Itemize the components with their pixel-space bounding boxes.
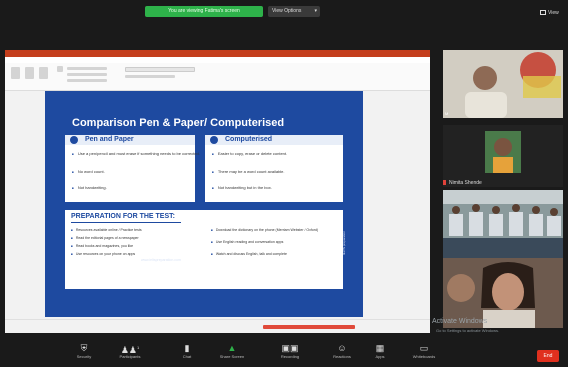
video-tile-student[interactable] — [443, 125, 563, 187]
apps-button[interactable]: ▦ Apps — [358, 342, 402, 360]
mic-muted-icon — [443, 180, 446, 185]
powerpoint-status-bar — [5, 319, 430, 333]
view-options-label: View Options — [272, 8, 302, 14]
list-item: Easier to copy, erase or delete content. — [212, 151, 287, 156]
list-item: There may be a word count available. — [212, 169, 285, 174]
pen-paper-box: Pen and Paper Use a pen/pencil and must … — [65, 135, 200, 202]
participants-label: Participants — [119, 354, 141, 359]
new-slide-icon — [25, 67, 34, 79]
paste-icon — [11, 67, 20, 79]
classroom-video — [443, 190, 563, 258]
computer-icon — [210, 136, 218, 144]
slide-canvas: Comparison Pen & Paper/ Computerised Pen… — [5, 91, 430, 319]
participant-name: Nimita Shende — [449, 180, 482, 186]
list-item: No word count. — [72, 169, 105, 174]
record-icon: ▣▣ — [281, 343, 299, 353]
apps-label: Apps — [375, 354, 385, 359]
video-tile-classroom[interactable] — [443, 190, 563, 258]
chat-label: Chat — [182, 354, 192, 359]
preparation-title: PREPARATION FOR THE TEST: — [71, 213, 175, 220]
gallery-view-label: View — [548, 10, 559, 16]
whiteboards-button[interactable]: ▭ Whiteboards — [402, 342, 446, 360]
grid-icon — [540, 10, 546, 15]
computerised-box: Computerised Easier to copy, erase or de… — [205, 135, 343, 202]
slide-title: Comparison Pen & Paper/ Computerised — [72, 117, 285, 129]
presenter-video — [443, 50, 563, 118]
layout-icon — [39, 67, 48, 79]
list-item: Not handwriting. — [72, 185, 107, 190]
slide-side-text: IELTS preparation — [342, 231, 346, 256]
slide-url: www.ieltspreparation.com — [141, 258, 181, 262]
divider — [71, 222, 181, 223]
ribbon-option — [125, 75, 175, 78]
pen-paper-header: Pen and Paper — [65, 135, 195, 145]
list-item: Use English reading and conversation app… — [211, 240, 284, 244]
shared-screen: Comparison Pen & Paper/ Computerised Pen… — [5, 50, 430, 333]
whiteboards-label: Whiteboards — [412, 354, 436, 359]
participant-name-tag: Nimita Shende — [443, 180, 482, 186]
student-avatar — [443, 125, 563, 175]
list-item: Watch and discuss English, talk and comp… — [211, 252, 287, 256]
whiteboard-icon: ▭ — [419, 343, 429, 353]
end-meeting-button[interactable]: End — [537, 350, 559, 362]
computerised-title: Computerised — [225, 136, 273, 143]
record-button[interactable]: ▣▣ Recording — [268, 342, 312, 360]
meeting-toolbar: ⛨ Security ♟♟1 Participants ▮ Chat ▲ Sha… — [0, 340, 568, 367]
chevron-down-icon: ▾ — [314, 8, 317, 14]
video-tile-presenter[interactable]: M — [443, 50, 563, 118]
ribbon-option — [67, 67, 107, 70]
record-label: Recording — [280, 354, 300, 359]
share-screen-label: Share Screen — [219, 354, 245, 359]
powerpoint-title-bar — [5, 50, 430, 57]
list-item: Read books and magazines, you like — [71, 244, 133, 248]
preparation-box: PREPARATION FOR THE TEST: Resources avai… — [65, 210, 343, 289]
ribbon-toolbar — [5, 63, 430, 91]
share-screen-button[interactable]: ▲ Share Screen — [210, 342, 254, 360]
list-item: Use resources on your phone on apps — [71, 252, 135, 256]
screen-share-status[interactable]: You are viewing Fatima's screen — [145, 6, 263, 17]
participant-name: M — [445, 111, 449, 116]
list-item: Download the dictionary on the phone (Me… — [211, 228, 318, 232]
list-item: Use a pen/pencil and must erase if somet… — [72, 151, 200, 156]
list-item: Not handwriting but in the box. — [212, 185, 272, 190]
activate-windows-watermark: Activate Windows — [432, 318, 488, 325]
ribbon-option — [67, 79, 107, 82]
gallery-view-button[interactable]: View — [540, 10, 559, 16]
chat-icon: ▮ — [184, 343, 190, 353]
pen-paper-title: Pen and Paper — [85, 136, 134, 143]
share-screen-icon: ▲ — [227, 343, 237, 353]
shield-icon: ⛨ — [80, 343, 88, 353]
participants-icon: ♟♟1 — [120, 345, 140, 355]
list-item: Resources available online / Practice te… — [71, 228, 142, 232]
chat-button[interactable]: ▮ Chat — [165, 342, 209, 360]
security-label: Security — [76, 354, 92, 359]
font-box — [125, 67, 195, 72]
computerised-header: Computerised — [205, 135, 343, 145]
ribbon-option — [67, 73, 107, 76]
pen-icon — [70, 136, 78, 144]
list-item: Read the editorial pages of a newspaper — [71, 236, 139, 240]
security-button[interactable]: ⛨ Security — [62, 342, 106, 360]
participants-button[interactable]: ♟♟1 Participants — [108, 342, 152, 360]
participants-count: 1 — [136, 345, 140, 350]
apps-icon: ▦ — [375, 343, 385, 353]
slide: Comparison Pen & Paper/ Computerised Pen… — [45, 91, 363, 317]
ribbon-icon — [57, 66, 63, 72]
activate-windows-subtext: Go to Settings to activate Windows. — [436, 328, 500, 333]
view-options-button[interactable]: View Options ▾ — [268, 6, 320, 17]
meeting-top-bar: You are viewing Fatima's screen View Opt… — [0, 0, 568, 22]
slide-view-controls[interactable] — [263, 325, 355, 329]
